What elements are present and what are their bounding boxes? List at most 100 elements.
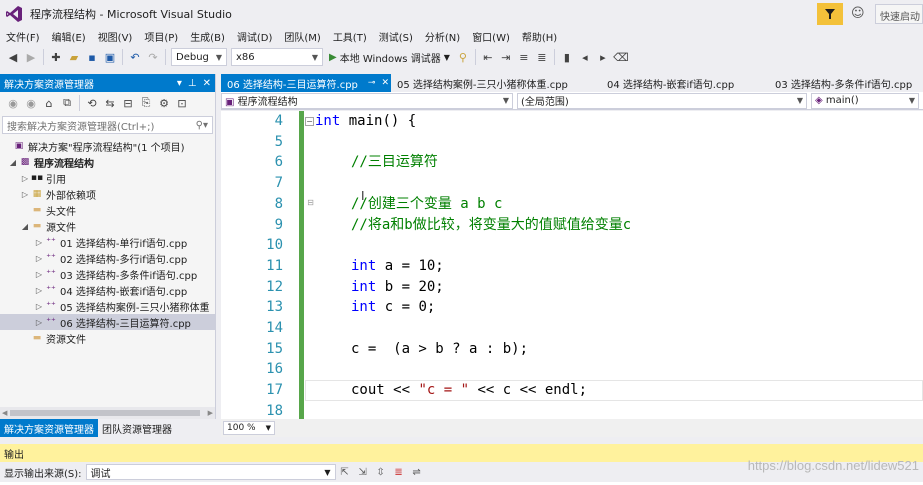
forward-icon[interactable]: ▶ — [22, 48, 40, 66]
collapsed-arrow-icon[interactable]: ▷ — [34, 238, 44, 247]
tab-solution-explorer[interactable]: 解决方案资源管理器 — [0, 419, 98, 437]
bookmark-icon[interactable]: ▮ — [558, 48, 576, 66]
menu-view[interactable]: 视图(V) — [92, 29, 139, 44]
find-message-icon[interactable]: ⇱ — [336, 464, 354, 480]
collapsed-arrow-icon[interactable]: ▷ — [34, 254, 44, 263]
tab-document[interactable]: 05 选择结构案例-三只小猪称体重.cpp — [391, 74, 601, 92]
collapsed-arrow-icon[interactable]: ▷ — [34, 318, 44, 327]
scroll-left-icon[interactable]: ◀ — [2, 409, 7, 417]
notification-flag-icon[interactable] — [817, 2, 843, 25]
editor-horizontal-scrollbar[interactable] — [279, 421, 923, 435]
undo-icon[interactable]: ↶ — [126, 48, 144, 66]
output-source-select[interactable]: 调试 ▼ — [85, 464, 336, 480]
collapsed-arrow-icon[interactable]: ▷ — [34, 270, 44, 279]
collapsed-arrow-icon[interactable]: ▷ — [20, 190, 30, 199]
tree-file-item[interactable]: ▷ ⁺⁺ 01 选择结构-单行if语句.cpp — [0, 234, 215, 250]
switch-views-icon[interactable]: ⧉ — [58, 94, 76, 112]
expanded-arrow-icon[interactable]: ◢ — [8, 158, 18, 167]
menu-debug[interactable]: 调试(D) — [231, 29, 279, 44]
code-area[interactable]: int main() { //三目运算符 //创建三个变量 a b c //将a… — [305, 111, 923, 419]
open-file-icon[interactable]: ▰ — [65, 48, 83, 66]
pending-changes-icon[interactable]: ⟲ — [83, 94, 101, 112]
scroll-right-icon[interactable]: ▶ — [208, 409, 213, 417]
home-icon[interactable]: ⌂ — [40, 94, 58, 112]
tree-file-item[interactable]: ▷ ⁺⁺ 05 选择结构案例-三只小猪称体重 — [0, 298, 215, 314]
tree-references[interactable]: ▷ ▪▪ 引用 — [0, 170, 215, 186]
solution-config-select[interactable]: Debug ▼ — [171, 48, 227, 66]
menu-build[interactable]: 生成(B) — [184, 29, 231, 44]
tab-document[interactable]: 03 选择结构-多条件if语句.cpp — [769, 74, 923, 92]
clear-all-icon[interactable]: ≣ — [390, 464, 408, 480]
indent-icon[interactable]: ⇥ — [497, 48, 515, 66]
close-icon[interactable]: ✕ — [203, 78, 211, 89]
new-project-icon[interactable]: ✚ — [47, 48, 65, 66]
word-wrap-icon[interactable]: ⇌ — [408, 464, 426, 480]
outdent-icon[interactable]: ⇤ — [479, 48, 497, 66]
solution-search-input[interactable]: 搜索解决方案资源管理器(Ctrl+;) ⚲▾ — [2, 116, 213, 134]
comment-icon[interactable]: ≡ — [515, 48, 533, 66]
menu-test[interactable]: 测试(S) — [373, 29, 419, 44]
scope-dropdown[interactable]: (全局范围) ▼ — [517, 92, 807, 109]
tree-resource-files[interactable]: ▬ 资源文件 — [0, 330, 215, 346]
chevron-down-icon: ▼ — [502, 96, 509, 105]
tree-header-files[interactable]: ▬ 头文件 — [0, 202, 215, 218]
feedback-icon[interactable]: ☺ — [851, 6, 867, 22]
menu-help[interactable]: 帮助(H) — [516, 29, 563, 44]
find-icon[interactable]: ⚲ — [454, 48, 472, 66]
zoom-select[interactable]: 100 % ▼ — [223, 421, 275, 435]
menu-file[interactable]: 文件(F) — [0, 29, 46, 44]
menu-edit[interactable]: 编辑(E) — [46, 29, 92, 44]
show-all-files-icon[interactable]: ⎘ — [137, 94, 155, 112]
pin-icon[interactable]: ⊥ — [188, 78, 197, 89]
code-editor[interactable]: 4 5 6 7 8 9 10 11 12 13 14 15 16 17 18 −… — [221, 111, 923, 419]
tree-file-item[interactable]: ▷ ⁺⁺ 03 选择结构-多条件if语句.cpp — [0, 266, 215, 282]
tree-source-files[interactable]: ◢ ▬ 源文件 — [0, 218, 215, 234]
quick-launch-input[interactable]: 快速启动 — [875, 3, 923, 24]
close-icon[interactable]: ✕ — [381, 78, 389, 88]
tree-external-deps[interactable]: ▷ ▦ 外部依赖项 — [0, 186, 215, 202]
start-debugging-button[interactable]: ▶ 本地 Windows 调试器 ▼ — [329, 50, 450, 65]
tab-team-explorer[interactable]: 团队资源管理器 — [98, 419, 176, 437]
back-icon[interactable]: ◀ — [4, 48, 22, 66]
preview-icon[interactable]: ⊡ — [173, 94, 191, 112]
tree-file-item[interactable]: ▷ ⁺⁺ 02 选择结构-多行if语句.cpp — [0, 250, 215, 266]
properties-icon[interactable]: ⚙ — [155, 94, 173, 112]
expanded-arrow-icon[interactable]: ◢ — [20, 222, 30, 231]
tab-document[interactable]: 04 选择结构-嵌套if语句.cpp — [601, 74, 769, 92]
prev-message-icon[interactable]: ⇲ — [354, 464, 372, 480]
horizontal-scrollbar[interactable]: ◀ ▶ — [0, 407, 215, 419]
line-number: 6 — [274, 154, 283, 171]
collapse-all-icon[interactable]: ⊟ — [119, 94, 137, 112]
tree-file-item-selected[interactable]: ▷ ⁺⁺ 06 选择结构-三目运算符.cpp — [0, 314, 215, 330]
collapsed-arrow-icon[interactable]: ▷ — [34, 286, 44, 295]
pin-icon[interactable]: ⊸ — [368, 78, 376, 88]
prev-bookmark-icon[interactable]: ◂ — [576, 48, 594, 66]
output-source-label: 显示输出来源(S): — [4, 468, 82, 480]
member-dropdown[interactable]: ◈ main() ▼ — [811, 92, 919, 109]
next-bookmark-icon[interactable]: ▸ — [594, 48, 612, 66]
collapsed-arrow-icon[interactable]: ▷ — [34, 302, 44, 311]
project-dropdown[interactable]: ▣ 程序流程结构 ▼ — [221, 92, 513, 109]
back-icon[interactable]: ◉ — [4, 94, 22, 112]
save-icon[interactable]: ▪ — [83, 48, 101, 66]
menu-window[interactable]: 窗口(W) — [466, 29, 516, 44]
collapsed-arrow-icon[interactable]: ▷ — [20, 174, 30, 183]
save-all-icon[interactable]: ▣ — [101, 48, 119, 66]
tree-project[interactable]: ◢ ▩ 程序流程结构 — [0, 154, 215, 170]
clear-bookmarks-icon[interactable]: ⌫ — [612, 48, 630, 66]
redo-icon[interactable]: ↷ — [144, 48, 162, 66]
uncomment-icon[interactable]: ≣ — [533, 48, 551, 66]
tree-file-item[interactable]: ▷ ⁺⁺ 04 选择结构-嵌套if语句.cpp — [0, 282, 215, 298]
menu-team[interactable]: 团队(M) — [278, 29, 326, 44]
menu-tools[interactable]: 工具(T) — [327, 29, 373, 44]
sync-icon[interactable]: ⇆ — [101, 94, 119, 112]
tab-document-active[interactable]: 06 选择结构-三目运算符.cpp ⊸ ✕ — [221, 74, 391, 92]
menu-analyze[interactable]: 分析(N) — [419, 29, 466, 44]
menu-project[interactable]: 项目(P) — [138, 29, 184, 44]
tree-solution[interactable]: ▣ 解决方案"程序流程结构"(1 个项目) — [0, 138, 215, 154]
next-message-icon[interactable]: ⇳ — [372, 464, 390, 480]
dropdown-icon[interactable]: ▾ — [177, 78, 182, 89]
forward-icon[interactable]: ◉ — [22, 94, 40, 112]
platform-select[interactable]: x86 ▼ — [231, 48, 323, 66]
scrollbar-thumb[interactable] — [10, 410, 200, 416]
